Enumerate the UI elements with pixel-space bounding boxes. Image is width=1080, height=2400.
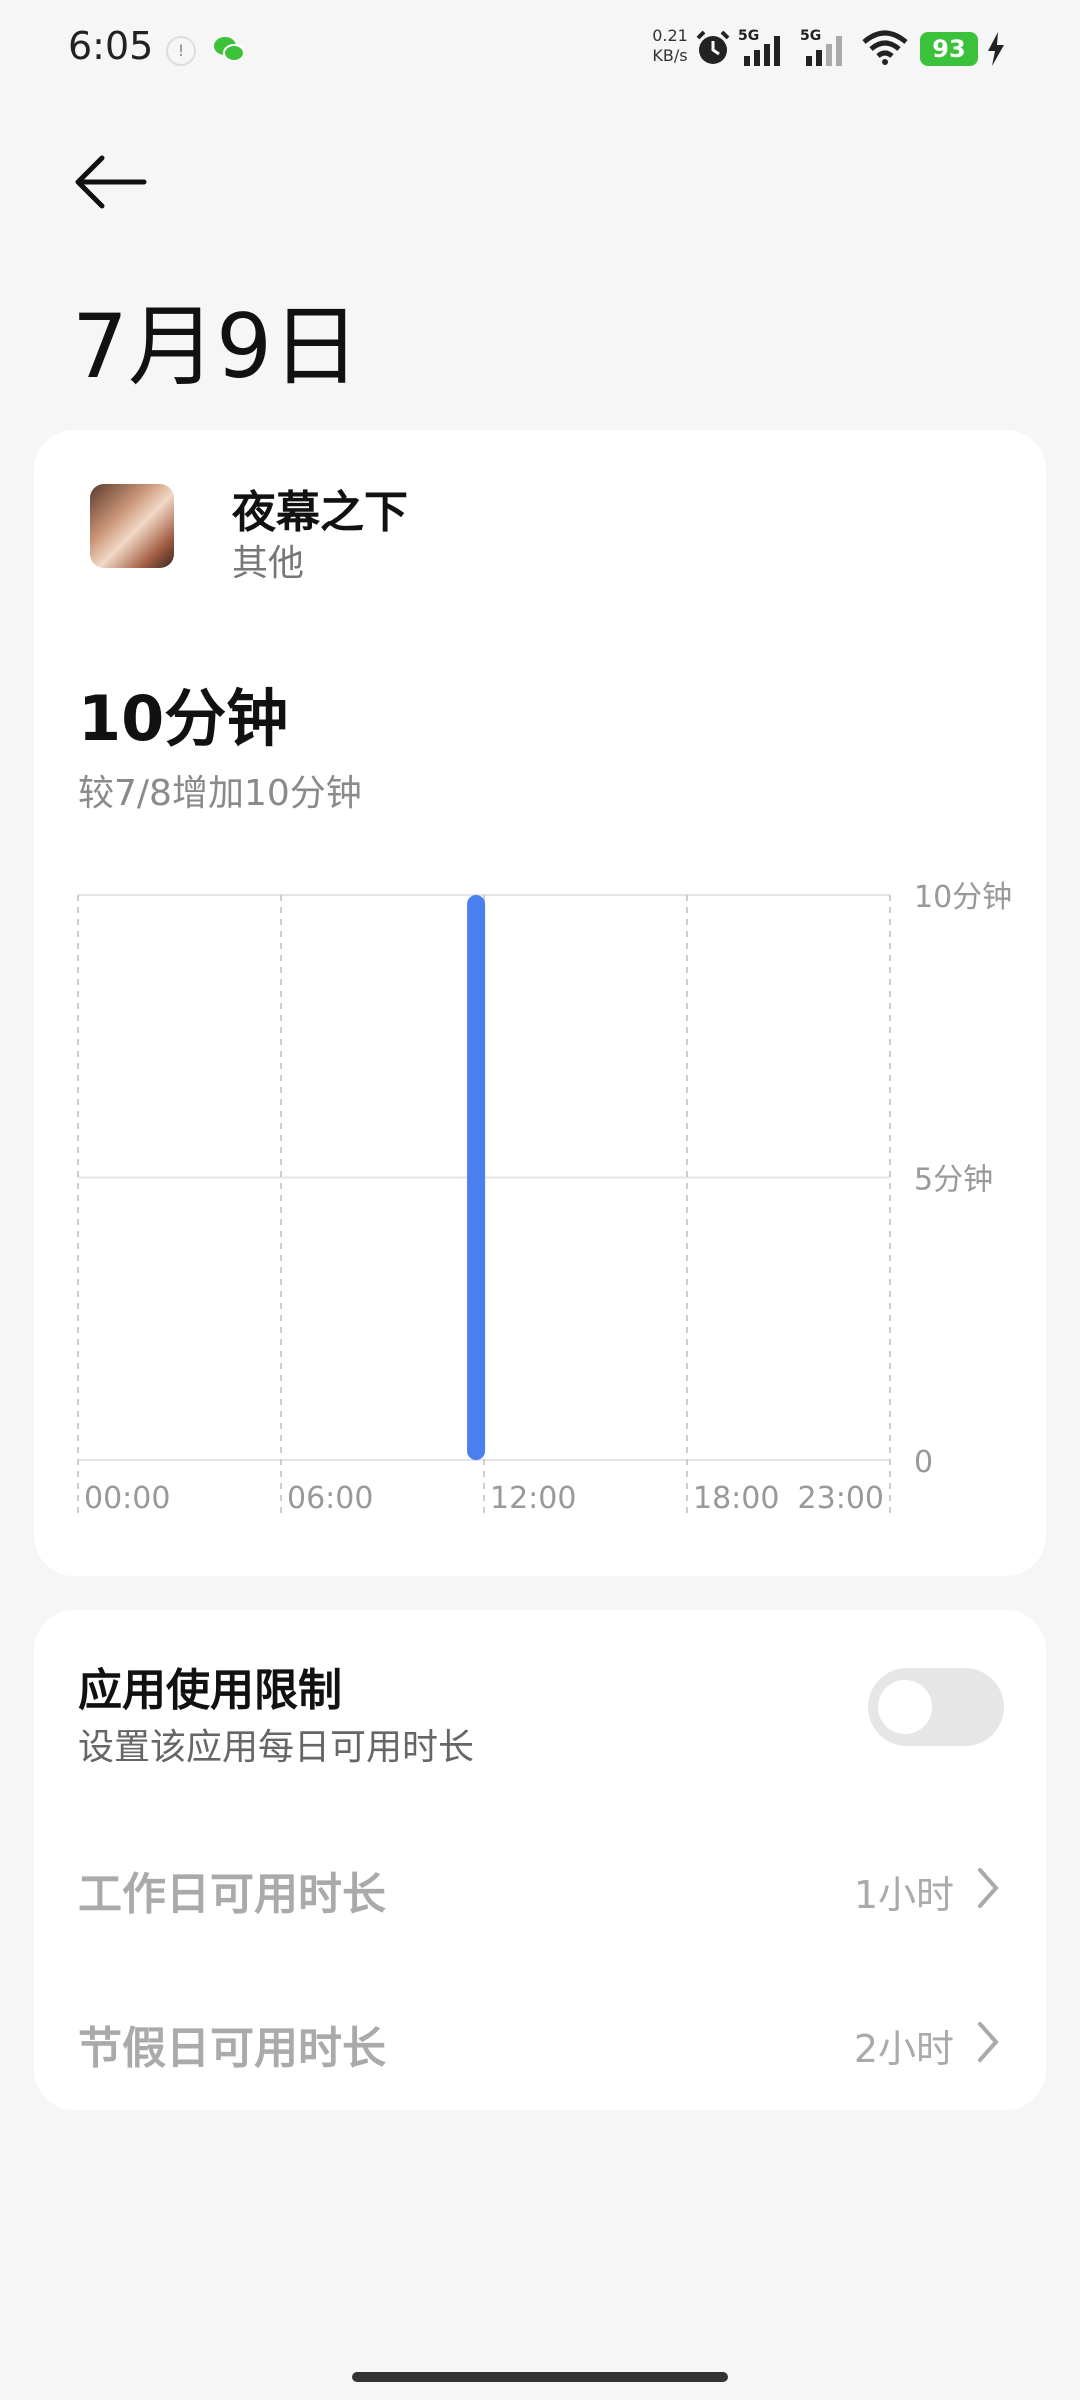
x-tick-label: 23:00 xyxy=(798,1481,884,1516)
battery-icon: 93 xyxy=(920,32,978,66)
y-tick-label: 5分钟 xyxy=(914,1163,993,1198)
page-title: 7月9日 xyxy=(72,295,360,398)
notification-icon: ! xyxy=(166,36,196,66)
usage-card: 夜幕之下 其他 10分钟 较7/8增加10分钟 10分钟 5分钟 0 00:00 06… xyxy=(34,430,1046,1576)
x-tick-label: 12:00 xyxy=(490,1481,576,1516)
weekday-limit-row[interactable]: 工作日可用时长 1小时 xyxy=(34,1830,1046,1950)
chart-bars xyxy=(467,895,486,1460)
chevron-right-icon xyxy=(978,1868,999,1908)
usage-limit-card: 应用使用限制 设置该应用每日可用时长 工作日可用时长 1小时 节假日可用时长 2… xyxy=(34,1610,1046,2110)
usage-limit-subtitle: 设置该应用每日可用时长 xyxy=(78,1727,475,1768)
usage-limit-title: 应用使用限制 xyxy=(78,1665,342,1716)
charging-icon xyxy=(988,32,1004,66)
status-bar: 6:05 ! 0.21 KB/s 5G 5G 93 xyxy=(0,0,1080,100)
app-icon xyxy=(90,484,174,568)
usage-chart: 10分钟 5分钟 0 00:00 06:00 12:00 18:00 23:00 xyxy=(77,880,1012,1516)
signal-icon: 5G xyxy=(800,28,842,66)
toggle-knob xyxy=(878,1680,932,1734)
app-name: 夜幕之下 xyxy=(232,487,408,538)
network-speed-unit: KB/s xyxy=(652,46,688,65)
signal-icon: 5G xyxy=(738,28,780,66)
status-time: 6:05 xyxy=(68,24,154,68)
usage-comparison: 较7/8增加10分钟 xyxy=(78,773,362,814)
alarm-icon xyxy=(696,30,730,64)
y-tick-label: 0 xyxy=(914,1445,933,1480)
x-tick-label: 00:00 xyxy=(84,1481,170,1516)
chevron-right-icon xyxy=(978,2022,999,2062)
signal2-label: 5G xyxy=(800,28,821,44)
back-arrow-icon[interactable] xyxy=(72,150,148,214)
holiday-limit-label: 节假日可用时长 xyxy=(78,2023,386,2074)
holiday-limit-row[interactable]: 节假日可用时长 2小时 xyxy=(34,1984,1046,2104)
total-usage-time: 10分钟 xyxy=(78,682,289,755)
weekday-limit-value: 1小时 xyxy=(853,1873,954,1917)
usage-bar xyxy=(467,895,486,1460)
app-category: 其他 xyxy=(232,543,305,584)
network-speed-value: 0.21 xyxy=(652,26,688,45)
home-indicator[interactable] xyxy=(352,2372,728,2382)
chart-y-labels: 10分钟 5分钟 0 xyxy=(914,880,1012,1480)
y-tick-label: 10分钟 xyxy=(914,880,1012,915)
usage-limit-toggle[interactable] xyxy=(868,1668,1004,1746)
weekday-limit-label: 工作日可用时长 xyxy=(78,1869,386,1920)
network-speed: 0.21 KB/s xyxy=(650,26,690,66)
wifi-icon xyxy=(862,30,908,65)
x-tick-label: 18:00 xyxy=(693,1481,779,1516)
signal1-label: 5G xyxy=(738,28,759,44)
x-tick-label: 06:00 xyxy=(287,1481,373,1516)
holiday-limit-value: 2小时 xyxy=(853,2027,954,2071)
wechat-icon xyxy=(214,37,245,62)
